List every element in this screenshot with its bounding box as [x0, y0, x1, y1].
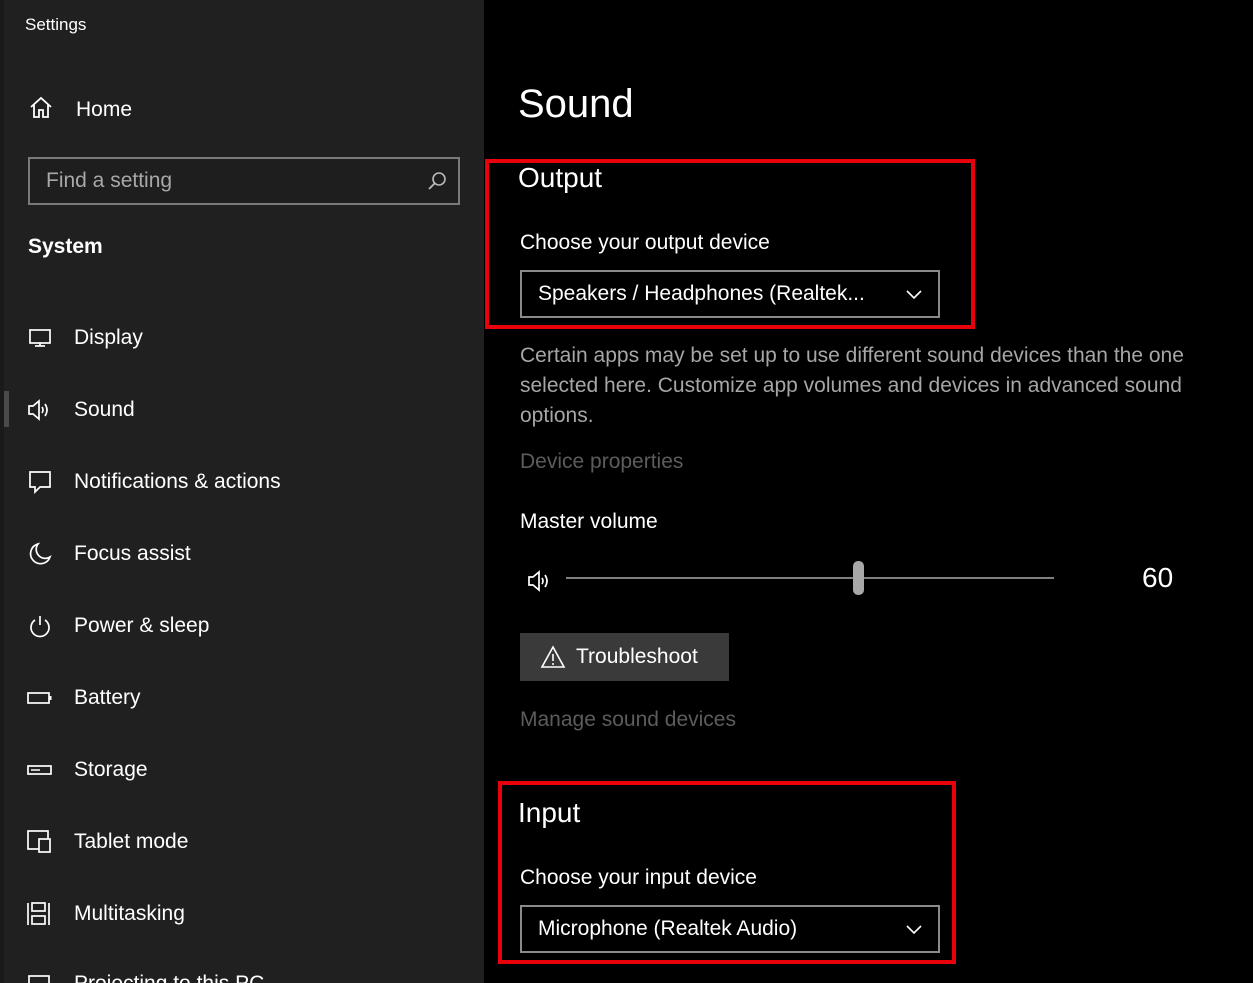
input-highlight-box: [498, 781, 956, 964]
warning-icon: [540, 645, 566, 669]
sidebar: Settings Home System Display Sound Notif…: [0, 0, 484, 983]
sidebar-item-notifications[interactable]: Notifications & actions: [26, 460, 466, 504]
manage-sound-devices-link[interactable]: Manage sound devices: [520, 708, 736, 732]
search-icon[interactable]: [426, 170, 448, 192]
volume-slider-thumb[interactable]: [853, 561, 865, 595]
sidebar-item-label: Display: [74, 326, 143, 349]
search-box[interactable]: [28, 157, 460, 205]
sidebar-item-label: Sound: [74, 398, 135, 421]
multitasking-icon: [26, 900, 54, 928]
storage-icon: [26, 756, 54, 784]
sidebar-item-label: Focus assist: [74, 542, 191, 565]
sidebar-item-multitasking[interactable]: Multitasking: [26, 892, 466, 936]
master-volume-row: 60: [520, 560, 1180, 600]
sidebar-item-projecting[interactable]: Projecting to this PC: [26, 962, 466, 983]
sidebar-item-display[interactable]: Display: [26, 316, 466, 360]
sidebar-item-label: Power & sleep: [74, 614, 210, 637]
sidebar-item-focus-assist[interactable]: Focus assist: [26, 532, 466, 576]
sidebar-item-label: Storage: [74, 758, 148, 781]
sidebar-item-sound[interactable]: Sound: [26, 388, 466, 432]
volume-value: 60: [1142, 562, 1174, 593]
sidebar-item-label: Multitasking: [74, 902, 185, 925]
projecting-icon: [26, 970, 54, 983]
battery-icon: [26, 684, 54, 712]
main-content: Sound Output Choose your output device S…: [484, 0, 1253, 983]
output-highlight-box: [485, 159, 975, 329]
home-label: Home: [76, 98, 133, 121]
output-description: Certain apps may be set up to use differ…: [520, 344, 1184, 427]
troubleshoot-label: Troubleshoot: [576, 645, 698, 668]
speaker-icon: [26, 396, 54, 424]
sidebar-item-tablet-mode[interactable]: Tablet mode: [26, 820, 466, 864]
sidebar-item-label: Notifications & actions: [74, 470, 281, 493]
section-title-system: System: [28, 235, 103, 258]
volume-slider-track[interactable]: [566, 577, 1054, 579]
home-nav-item[interactable]: Home: [28, 90, 132, 130]
sidebar-item-battery[interactable]: Battery: [26, 676, 466, 720]
home-icon: [28, 95, 54, 126]
troubleshoot-button[interactable]: Troubleshoot: [520, 633, 729, 681]
device-properties-link[interactable]: Device properties: [520, 450, 683, 474]
sidebar-item-storage[interactable]: Storage: [26, 748, 466, 792]
volume-speaker-icon[interactable]: [526, 568, 554, 599]
page-title: Sound: [518, 82, 634, 126]
window-title: Settings: [25, 15, 87, 34]
selected-indicator: [4, 391, 9, 427]
notification-icon: [26, 468, 54, 496]
power-icon: [26, 612, 54, 640]
sidebar-item-label: Battery: [74, 686, 141, 709]
master-volume-label: Master volume: [520, 510, 658, 533]
tablet-mode-icon: [26, 828, 54, 856]
sidebar-item-power-sleep[interactable]: Power & sleep: [26, 604, 466, 648]
display-icon: [26, 324, 54, 352]
moon-icon: [26, 540, 54, 568]
sidebar-item-label: Projecting to this PC: [74, 972, 264, 983]
search-input[interactable]: [30, 159, 426, 203]
window-edge: [0, 0, 4, 983]
sidebar-item-label: Tablet mode: [74, 830, 189, 853]
